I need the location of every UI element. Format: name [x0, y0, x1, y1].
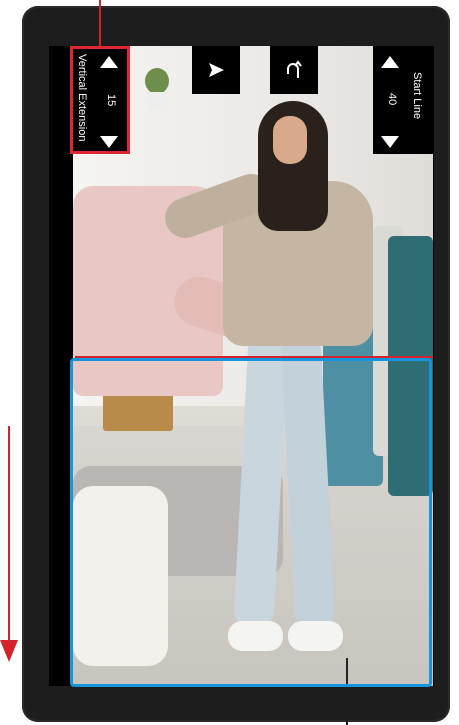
plant-pot — [147, 92, 167, 110]
undo-icon — [287, 60, 302, 78]
downward-arrow-line — [8, 426, 10, 646]
arrow-down-icon — [0, 640, 18, 662]
plant — [145, 68, 169, 94]
start-line-label: Start Line — [411, 72, 423, 120]
send-button[interactable] — [192, 46, 240, 94]
selection-region[interactable] — [70, 358, 432, 687]
triangle-up-icon[interactable] — [381, 56, 399, 68]
undo-button[interactable] — [270, 46, 318, 94]
person-face — [273, 116, 307, 164]
vertical-extension-highlight — [70, 46, 130, 154]
send-icon — [209, 63, 224, 77]
start-line-panel: Start Line 40 — [373, 46, 433, 154]
start-line-value: 40 — [386, 93, 398, 106]
top-callout-line — [99, 0, 101, 46]
triangle-down-icon[interactable] — [381, 136, 399, 148]
